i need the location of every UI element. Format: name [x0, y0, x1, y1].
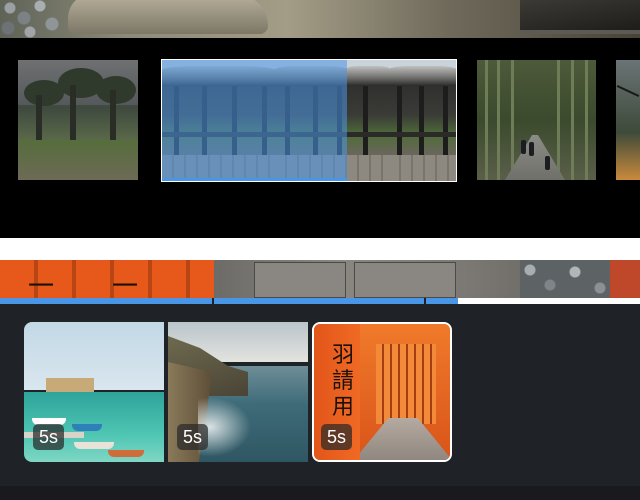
harbor-clip[interactable]: 5s	[24, 322, 164, 462]
duration-label: 5s	[177, 424, 209, 450]
cable-car-thumbnail[interactable]	[616, 60, 640, 180]
divider	[0, 238, 640, 260]
preview-image-top	[0, 0, 640, 38]
roof-beam-detail	[520, 0, 640, 34]
selection-underline	[162, 178, 347, 181]
stone-detail	[0, 0, 70, 38]
filmstrip	[0, 38, 640, 238]
bamboo-grove-thumbnail[interactable]	[477, 60, 596, 180]
torii-gates-clip[interactable]: 羽 請 用 5s	[312, 322, 452, 462]
selection-highlight	[162, 60, 347, 181]
pavilion-thumbnail-selected[interactable]	[161, 59, 457, 182]
preview-image-bottom: 一 一	[0, 260, 640, 298]
duration-label: 5s	[33, 424, 65, 450]
duration-label: 5s	[321, 424, 353, 450]
rock-detail	[68, 0, 268, 34]
coastline-clip[interactable]: 5s	[168, 322, 308, 462]
forest-path-thumbnail[interactable]	[18, 60, 138, 180]
tray-footer	[0, 486, 640, 500]
